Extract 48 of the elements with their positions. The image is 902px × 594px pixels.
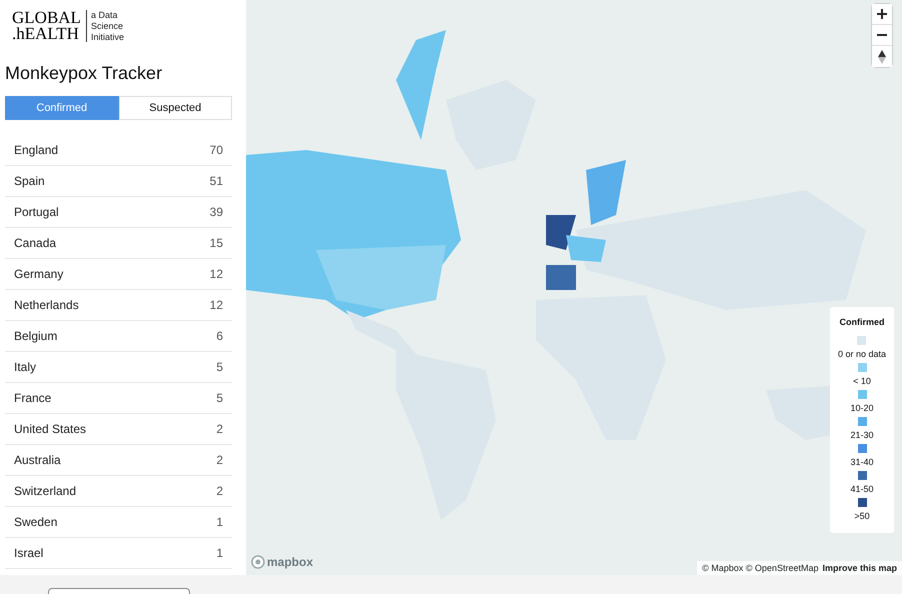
country-name: Canada [14,236,56,250]
case-count: 12 [210,267,223,281]
case-count: 2 [216,484,223,498]
country-name: Australia [14,453,61,467]
zoom-in-button[interactable] [872,4,892,25]
legend-label: 31-40 [850,457,874,467]
mapbox-logo-text: mapbox [267,555,314,569]
case-count: 1 [216,546,223,560]
legend-label: >50 [854,511,870,521]
country-name: Israel [14,546,44,560]
case-count: 6 [216,329,223,343]
legend-label: < 10 [853,376,871,386]
legend-label: 41-50 [850,484,874,494]
case-count: 51 [210,174,223,188]
legend-label: 0 or no data [838,349,886,359]
country-name: Netherlands [14,298,79,312]
country-name: Switzerland [14,484,76,498]
case-count: 2 [216,453,223,467]
country-name: Sweden [14,515,58,529]
legend-title: Confirmed [840,317,884,327]
country-name: United States [14,422,86,436]
tab[interactable]: Suspected [118,96,232,120]
improve-map-link[interactable]: Improve this map [822,563,897,573]
country-name: Portugal [14,205,59,219]
logo-text: GLOBAL [12,10,81,26]
mapbox-logo-icon [251,555,265,569]
page-title: Monkeypox Tracker [5,63,164,84]
case-count: 15 [210,236,223,250]
logo-text: .hEALTH [12,26,80,42]
country-name: Belgium [14,329,58,343]
legend-label: 10-20 [850,403,874,413]
case-count: 2 [216,422,223,436]
attribution-text: © Mapbox © OpenStreetMap [702,563,818,573]
case-count: 12 [210,298,223,312]
case-count: 39 [210,205,223,219]
case-count: 5 [216,391,223,405]
country-name: England [14,143,58,157]
country-name: Spain [14,174,45,188]
plus-icon [876,8,888,20]
logo-tagline: a Data Science Initiative [90,10,125,43]
country-name: France [14,391,52,405]
country-name: Italy [14,360,36,374]
legend-label: 21-30 [850,430,874,440]
case-count: 5 [216,360,223,374]
compass-icon [878,48,886,64]
country-name: Germany [14,267,64,281]
case-count: 70 [210,143,223,157]
case-count: 1 [216,515,223,529]
